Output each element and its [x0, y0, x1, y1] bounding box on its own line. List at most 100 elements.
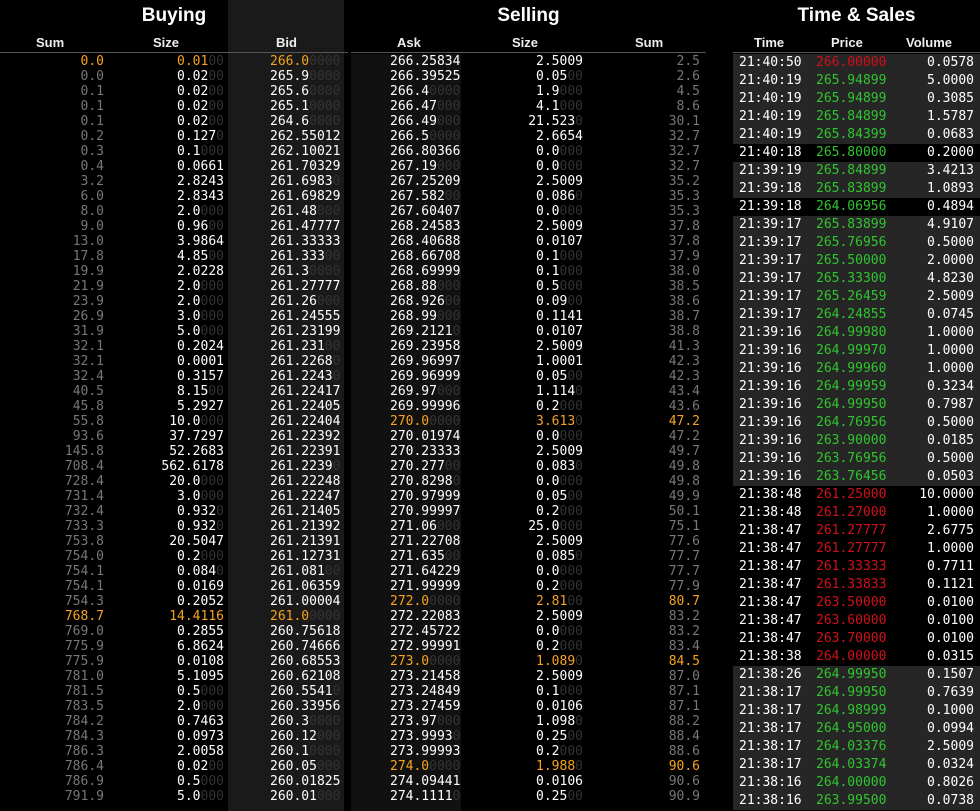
- selling-row[interactable]: 266.25834 2.5009 2.5: [351, 54, 706, 69]
- tas-row[interactable]: 21:38:16 264.00000 0.8026: [733, 774, 980, 792]
- selling-ask-header[interactable]: Ask: [397, 35, 421, 50]
- buying-row[interactable]: 93.6 37.7297 261.22392: [0, 429, 348, 444]
- selling-row[interactable]: 272.99991 0.2000 83.4: [351, 639, 706, 654]
- selling-row[interactable]: 266.47000 4.1000 8.6: [351, 99, 706, 114]
- tas-volume-header[interactable]: Volume: [906, 35, 952, 50]
- buying-bid-header[interactable]: Bid: [276, 35, 297, 50]
- tas-time-header[interactable]: Time: [754, 35, 784, 50]
- selling-row[interactable]: 267.58200 0.0860 35.3: [351, 189, 706, 204]
- selling-row[interactable]: 273.21458 2.5009 87.0: [351, 669, 706, 684]
- buying-row[interactable]: 8.0 2.0000 261.48000: [0, 204, 348, 219]
- buying-row[interactable]: 775.9 6.8624 260.74666: [0, 639, 348, 654]
- buying-row[interactable]: 45.8 5.2927 261.22405: [0, 399, 348, 414]
- buying-row[interactable]: 753.8 20.5047 261.21391: [0, 534, 348, 549]
- buying-row[interactable]: 784.2 0.7463 260.30000: [0, 714, 348, 729]
- tas-row[interactable]: 21:39:16 264.99970 1.0000: [733, 342, 980, 360]
- buying-row[interactable]: 17.8 4.8500 261.33300: [0, 249, 348, 264]
- buying-row[interactable]: 145.8 52.2683 261.22391: [0, 444, 348, 459]
- buying-row[interactable]: 754.3 0.2052 261.00004: [0, 594, 348, 609]
- buying-row[interactable]: 781.0 5.1095 260.62108: [0, 669, 348, 684]
- buying-row[interactable]: 0.0 0.0100 266.00000: [0, 54, 348, 69]
- selling-row[interactable]: 274.09441 0.0106 90.6: [351, 774, 706, 789]
- selling-row[interactable]: 272.45722 0.0000 83.2: [351, 624, 706, 639]
- tas-row[interactable]: 21:38:17 264.98999 0.1000: [733, 702, 980, 720]
- selling-row[interactable]: 268.92600 0.0900 38.6: [351, 294, 706, 309]
- buying-row[interactable]: 0.2 0.1270 262.55012: [0, 129, 348, 144]
- buying-row[interactable]: 9.0 0.9600 261.47777: [0, 219, 348, 234]
- tas-row[interactable]: 21:40:19 265.84899 1.5787: [733, 108, 980, 126]
- selling-row[interactable]: 267.25209 2.5009 35.2: [351, 174, 706, 189]
- buying-row[interactable]: 23.9 2.0000 261.26000: [0, 294, 348, 309]
- tas-row[interactable]: 21:38:47 261.33833 0.1121: [733, 576, 980, 594]
- selling-row[interactable]: 270.01974 0.0000 47.2: [351, 429, 706, 444]
- buying-row[interactable]: 0.1 0.0200 264.60000: [0, 114, 348, 129]
- selling-row[interactable]: 268.99000 0.1141 38.7: [351, 309, 706, 324]
- buying-row[interactable]: 775.9 0.0108 260.68553: [0, 654, 348, 669]
- selling-row[interactable]: 273.99993 0.2000 88.6: [351, 744, 706, 759]
- selling-row[interactable]: 270.99997 0.2000 50.1: [351, 504, 706, 519]
- buying-row[interactable]: 55.8 10.0000 261.22404: [0, 414, 348, 429]
- selling-row[interactable]: 272.22083 2.5009 83.2: [351, 609, 706, 624]
- buying-row[interactable]: 13.0 3.9864 261.33333: [0, 234, 348, 249]
- tas-row[interactable]: 21:38:26 264.99950 0.1507: [733, 666, 980, 684]
- buying-row[interactable]: 26.9 3.0000 261.24555: [0, 309, 348, 324]
- selling-row[interactable]: 267.60407 0.0000 35.3: [351, 204, 706, 219]
- buying-row[interactable]: 0.1 0.0200 265.60000: [0, 84, 348, 99]
- selling-row[interactable]: 266.80366 0.0000 32.7: [351, 144, 706, 159]
- selling-row[interactable]: 274.11110 0.2500 90.9: [351, 789, 706, 804]
- selling-row[interactable]: 266.39525 0.0500 2.6: [351, 69, 706, 84]
- tas-row[interactable]: 21:38:17 264.03376 2.5009: [733, 738, 980, 756]
- tas-row[interactable]: 21:38:17 264.99950 0.7639: [733, 684, 980, 702]
- selling-row[interactable]: 269.99996 0.2000 43.6: [351, 399, 706, 414]
- buying-row[interactable]: 3.2 2.8243 261.69830: [0, 174, 348, 189]
- buying-sum-header[interactable]: Sum: [36, 35, 64, 50]
- buying-row[interactable]: 31.9 5.0000 261.23199: [0, 324, 348, 339]
- selling-row[interactable]: 267.19000 0.0000 32.7: [351, 159, 706, 174]
- tas-row[interactable]: 21:39:16 264.99950 0.7987: [733, 396, 980, 414]
- tas-row[interactable]: 21:38:17 264.95000 0.0994: [733, 720, 980, 738]
- buying-row[interactable]: 708.4 562.6178 261.22390: [0, 459, 348, 474]
- tas-row[interactable]: 21:38:47 261.27777 2.6775: [733, 522, 980, 540]
- selling-row[interactable]: 268.40688 0.0107 37.8: [351, 234, 706, 249]
- buying-row[interactable]: 6.0 2.8343 261.69829: [0, 189, 348, 204]
- selling-row[interactable]: 273.24849 0.1000 87.1: [351, 684, 706, 699]
- buying-row[interactable]: 0.0 0.0200 265.90000: [0, 69, 348, 84]
- selling-row[interactable]: 273.27459 0.0106 87.1: [351, 699, 706, 714]
- selling-row[interactable]: 270.23333 2.5009 49.7: [351, 444, 706, 459]
- buying-size-header[interactable]: Size: [153, 35, 179, 50]
- buying-row[interactable]: 32.4 0.3157 261.22430: [0, 369, 348, 384]
- buying-row[interactable]: 32.1 0.2024 261.23100: [0, 339, 348, 354]
- tas-row[interactable]: 21:38:17 264.03374 0.0324: [733, 756, 980, 774]
- tas-row[interactable]: 21:38:47 261.33333 0.7711: [733, 558, 980, 576]
- selling-row[interactable]: 271.64229 0.0000 77.7: [351, 564, 706, 579]
- buying-row[interactable]: 786.4 0.0200 260.05000: [0, 759, 348, 774]
- tas-row[interactable]: 21:39:16 263.90000 0.0185: [733, 432, 980, 450]
- selling-row[interactable]: 271.99999 0.2000 77.9: [351, 579, 706, 594]
- tas-row[interactable]: 21:40:19 265.84399 0.0683: [733, 126, 980, 144]
- selling-row[interactable]: 269.23958 2.5009 41.3: [351, 339, 706, 354]
- buying-row[interactable]: 781.5 0.5000 260.55410: [0, 684, 348, 699]
- selling-row[interactable]: 270.97999 0.0500 49.9: [351, 489, 706, 504]
- selling-row[interactable]: 269.21210 0.0107 38.8: [351, 324, 706, 339]
- tas-row[interactable]: 21:38:47 261.27777 1.0000: [733, 540, 980, 558]
- buying-row[interactable]: 786.3 2.0058 260.10000: [0, 744, 348, 759]
- buying-row[interactable]: 783.5 2.0000 260.33956: [0, 699, 348, 714]
- tas-row[interactable]: 21:39:17 265.50000 2.0000: [733, 252, 980, 270]
- tas-row[interactable]: 21:38:16 263.99500 0.0738: [733, 792, 980, 810]
- tas-row[interactable]: 21:38:47 263.50000 0.0100: [733, 594, 980, 612]
- buying-row[interactable]: 733.3 0.9320 261.21392: [0, 519, 348, 534]
- buying-row[interactable]: 21.9 2.0000 261.27777: [0, 279, 348, 294]
- tas-row[interactable]: 21:38:48 261.25000 10.0000: [733, 486, 980, 504]
- tas-row[interactable]: 21:39:18 265.83899 1.0893: [733, 180, 980, 198]
- selling-row[interactable]: 270.82980 0.0000 49.8: [351, 474, 706, 489]
- buying-row[interactable]: 0.4 0.0661 261.70329: [0, 159, 348, 174]
- selling-row[interactable]: 268.24583 2.5009 37.8: [351, 219, 706, 234]
- tas-row[interactable]: 21:39:16 264.99959 0.3234: [733, 378, 980, 396]
- selling-row[interactable]: 268.88000 0.5000 38.5: [351, 279, 706, 294]
- tas-row[interactable]: 21:39:17 265.26459 2.5009: [733, 288, 980, 306]
- tas-row[interactable]: 21:39:17 264.24855 0.0745: [733, 306, 980, 324]
- tas-row[interactable]: 21:40:18 265.80000 0.2000: [733, 144, 980, 162]
- selling-row[interactable]: 273.00000 1.0890 84.5: [351, 654, 706, 669]
- tas-row[interactable]: 21:38:38 264.00000 0.0315: [733, 648, 980, 666]
- selling-row[interactable]: 271.63500 0.0850 77.7: [351, 549, 706, 564]
